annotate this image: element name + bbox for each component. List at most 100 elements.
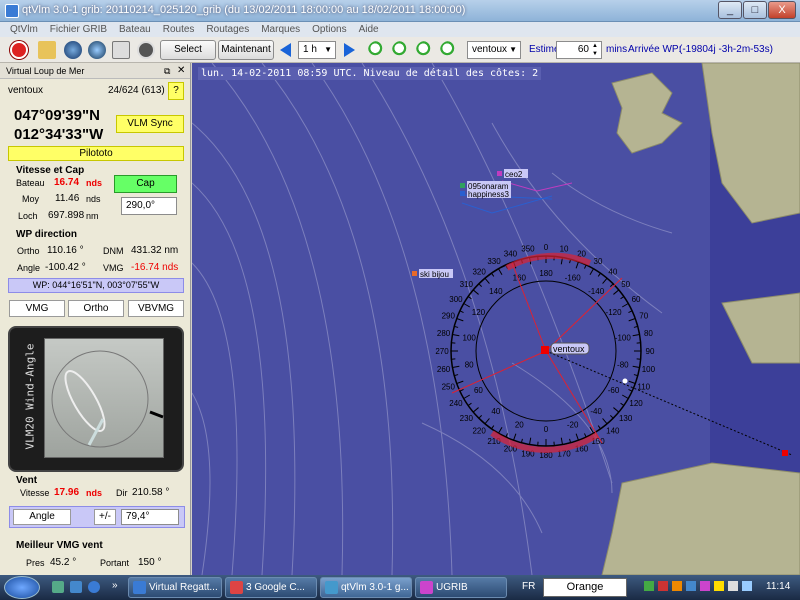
cap-spinbox[interactable]: 290,0° [121, 197, 177, 215]
compass-inner-label: 120 [472, 308, 486, 317]
compass-tick [491, 272, 495, 277]
map-view[interactable]: ceo2 095onaram happiness3 ski bijou 350 0… [192, 63, 800, 575]
pilototo-button[interactable]: Pilototo [8, 146, 184, 161]
map-svg[interactable]: ceo2 095onaram happiness3 ski bijou 350 0… [192, 63, 800, 575]
time-step-select[interactable]: 1 h ▼ [298, 41, 336, 59]
globe-download-icon[interactable] [64, 41, 82, 59]
start-button[interactable] [4, 576, 40, 599]
angle-spinbox[interactable]: 79,4° [121, 509, 179, 525]
language-indicator[interactable]: FR [522, 581, 535, 592]
boat-marker-ceo2[interactable] [497, 171, 502, 176]
task-virtual-regatta[interactable]: Virtual Regatt... [128, 577, 222, 598]
open-folder-icon[interactable] [38, 41, 56, 59]
menu-aide[interactable]: Aide [359, 22, 379, 37]
menu-qtvlm[interactable]: QtVlm [10, 22, 38, 37]
boat-marker-095onaram[interactable] [460, 183, 465, 188]
switch-windows-icon[interactable] [70, 581, 82, 593]
search-box[interactable]: Orange [543, 578, 627, 597]
tray-icon-1[interactable] [644, 581, 654, 591]
menu-bateau[interactable]: Bateau [119, 22, 151, 37]
estime-spinbox[interactable]: 60 ▲ ▼ [556, 41, 602, 59]
boat-label-ceo2[interactable]: ceo2 [505, 170, 523, 179]
tray-icon-3[interactable] [672, 581, 682, 591]
quick-launch-more-icon[interactable]: » [112, 580, 118, 591]
compass-tick [633, 325, 638, 328]
compass-tick [621, 303, 629, 308]
menu-options[interactable]: Options [312, 22, 346, 37]
close-panel-icon[interactable]: ✕ [177, 63, 185, 79]
vmg-button[interactable]: VMG [9, 300, 65, 317]
select-button[interactable]: Select [160, 40, 216, 60]
compass-outer-label: 50 [621, 280, 630, 289]
plus-minus-button[interactable]: +/- [94, 509, 116, 525]
boat-select[interactable]: ventoux ▼ [467, 41, 521, 59]
ortho-button[interactable]: Ortho [68, 300, 124, 317]
compass-tick [628, 318, 636, 322]
waypoint-marker[interactable] [782, 450, 788, 456]
zoom-all-icon[interactable] [416, 41, 434, 59]
next-step-icon[interactable] [344, 43, 355, 57]
maximize-button[interactable]: □ [743, 1, 767, 19]
compass-tick [589, 268, 594, 276]
boat-label-ski-bijou[interactable]: ski bijou [420, 270, 449, 279]
vbvmg-button[interactable]: VBVMG [128, 300, 184, 317]
previous-step-icon[interactable] [280, 43, 291, 57]
minimize-button[interactable]: _ [718, 1, 742, 19]
angle-button[interactable]: Angle [13, 509, 71, 525]
zoom-out-icon[interactable] [392, 41, 410, 59]
vmg-value: -16.74 nds [131, 262, 179, 273]
zoom-in-icon[interactable] [368, 41, 386, 59]
own-boat-marker[interactable] [541, 346, 549, 354]
task-google-chrome[interactable]: 3 Google C... [225, 577, 317, 598]
boat-marker-happiness3[interactable] [460, 191, 465, 196]
menu-fichier-grib[interactable]: Fichier GRIB [50, 22, 107, 37]
wp-coordinates[interactable]: WP: 044°16'51"N, 003°07'55"W [8, 278, 184, 293]
boat-label-happiness3[interactable]: happiness3 [468, 190, 509, 199]
tray-icon-2[interactable] [658, 581, 668, 591]
tray-icon-6[interactable] [714, 581, 724, 591]
own-boat-label[interactable]: ventoux [553, 344, 585, 354]
menu-routes[interactable]: Routes [163, 22, 195, 37]
ugrib-icon [420, 581, 433, 594]
close-button[interactable]: X [768, 1, 796, 19]
cap-button[interactable]: Cap [114, 175, 177, 193]
no-grib-icon[interactable] [112, 41, 130, 59]
zoom-boat-icon[interactable] [440, 41, 458, 59]
compass-tick [620, 296, 625, 300]
time-step-value: 1 h [303, 44, 317, 55]
volume-icon[interactable] [742, 581, 752, 591]
estime-label: Estime [529, 44, 560, 55]
globe-icon[interactable] [88, 41, 106, 59]
menu-routages[interactable]: Routages [206, 22, 249, 37]
window-title: qtVlm 3.0-1 grib: 20110214_025120_grib (… [22, 4, 466, 16]
help-button[interactable]: ? [168, 82, 184, 100]
maintenant-button[interactable]: Maintenant [218, 40, 274, 60]
compass-tick [602, 418, 608, 425]
task-qtvlm[interactable]: qtVlm 3.0-1 g... [320, 577, 412, 598]
compass-outer-label: 40 [608, 267, 617, 276]
compass-tick [620, 402, 625, 406]
vlm-sync-button[interactable]: VLM Sync [116, 115, 184, 133]
stop-icon[interactable] [137, 41, 155, 59]
vent-vitesse-value: 17.96 [54, 487, 80, 498]
compass-inner-label: -120 [606, 308, 623, 317]
tray-icon-5[interactable] [700, 581, 710, 591]
boat-name: ventoux [8, 85, 44, 96]
network-icon[interactable] [728, 581, 738, 591]
tray-icon-4[interactable] [686, 581, 696, 591]
instrument-display [44, 338, 164, 458]
mins-label: mins [606, 44, 628, 55]
toolbar: Select Maintenant 1 h ▼ ventoux ▼ Estime 6… [0, 37, 800, 63]
iberia-land [601, 462, 800, 575]
compass-outer-label: 230 [460, 414, 474, 423]
boat-marker-ski-bijou[interactable] [412, 271, 417, 276]
ie-quick-launch-icon[interactable] [88, 581, 100, 593]
clock[interactable]: 11:14 [766, 581, 790, 592]
menu-marques[interactable]: Marques [261, 22, 300, 37]
float-icon[interactable]: ⧉ [164, 63, 170, 79]
compass-tick [628, 380, 636, 384]
show-desktop-icon[interactable] [52, 581, 64, 593]
task-ugrib[interactable]: UGRIB [415, 577, 507, 598]
quit-icon[interactable] [10, 41, 28, 59]
compass-outer-label: 260 [437, 365, 451, 374]
